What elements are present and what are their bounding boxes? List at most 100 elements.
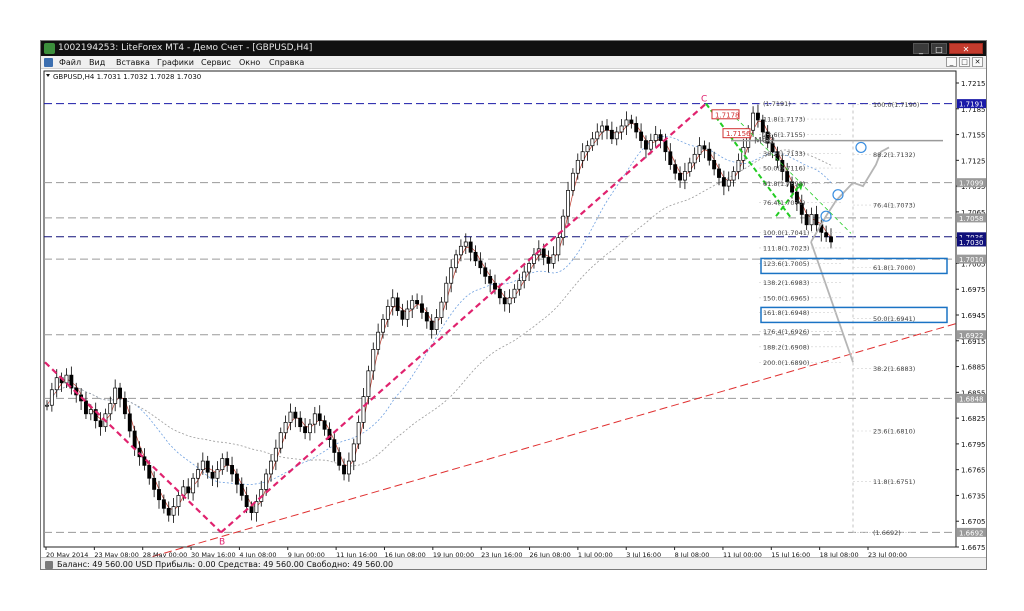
- chart-close-button[interactable]: ✕: [972, 57, 983, 67]
- candle-body: [483, 267, 488, 277]
- slow-moving-average-line: [46, 149, 832, 467]
- support-trend-line: [140, 323, 957, 561]
- candle-body: [88, 409, 93, 415]
- price-tick-label: 1.7125: [961, 157, 986, 165]
- candle-body: [132, 430, 137, 449]
- fib-right-label: 61.8(1.7000): [873, 264, 915, 272]
- candle-body: [541, 248, 546, 258]
- candle-body: [122, 397, 127, 415]
- candle-body: [605, 125, 609, 131]
- maximize-button[interactable]: □: [931, 43, 947, 54]
- candle-body: [196, 469, 200, 479]
- candle-body: [507, 297, 512, 305]
- mt4-app-icon: [44, 43, 55, 54]
- candle-body: [624, 119, 629, 127]
- candle-body: [736, 159, 741, 172]
- candle-body: [634, 123, 639, 133]
- candle-body: [264, 473, 269, 490]
- price-tick-label: 1.6675: [961, 544, 986, 552]
- candle-body: [551, 254, 556, 264]
- chart-window-icon[interactable]: [44, 58, 53, 67]
- price-tick-label: 1.6885: [961, 364, 986, 372]
- fib-left-label: 100.0(1.7041): [763, 229, 809, 237]
- menu-window[interactable]: Окно: [237, 56, 262, 69]
- candle-body: [478, 260, 483, 269]
- symbol-dropdown-icon: [46, 74, 50, 77]
- candle-body: [230, 465, 234, 475]
- candle-body: [356, 422, 361, 445]
- forecast-down-path: [810, 241, 854, 363]
- candle-body: [575, 159, 580, 174]
- price-label-text: 1.7030: [959, 239, 984, 247]
- candle-body: [293, 411, 298, 419]
- candle-body: [468, 241, 473, 253]
- candle-body: [98, 420, 103, 428]
- candle-body: [273, 447, 278, 462]
- candle-body: [385, 306, 390, 320]
- price-label-text: 1.7099: [959, 180, 984, 188]
- candle-body: [176, 495, 181, 507]
- candle-body: [717, 168, 721, 178]
- candle-body: [493, 282, 497, 290]
- menu-charts[interactable]: Графики: [155, 56, 196, 69]
- fib-left-label: 61.8(1.7098): [763, 180, 805, 188]
- price-label-text: 1.7010: [959, 256, 984, 264]
- price-label-text: 1.6692: [959, 529, 984, 537]
- candle-body: [215, 469, 220, 479]
- candle-body: [814, 214, 819, 226]
- candle-body: [366, 370, 371, 397]
- candle-body: [225, 458, 230, 466]
- menu-file[interactable]: Файл: [57, 56, 83, 69]
- candle-body: [64, 374, 69, 384]
- candle-body: [351, 443, 356, 462]
- menu-tools[interactable]: Сервис: [199, 56, 233, 69]
- fib-left-label: 188.2(1.6908): [763, 343, 809, 351]
- account-status-text: Баланс: 49 560.00 USD Прибыль: 0.00 Сред…: [57, 560, 394, 569]
- price-tick-label: 1.6795: [961, 441, 986, 449]
- candle-body: [298, 417, 303, 428]
- candle-body: [269, 460, 273, 475]
- menu-view[interactable]: Вид: [87, 56, 107, 69]
- chart-minimize-button[interactable]: _: [946, 57, 957, 67]
- fib-left-label: 38.2(1.7133): [763, 150, 805, 158]
- candle-body: [303, 426, 308, 434]
- candle-body: [600, 125, 605, 133]
- price-box-1-text: 1.7178: [715, 111, 740, 119]
- price-box-2-text: 1.7156: [726, 130, 751, 138]
- candle-body: [390, 297, 395, 307]
- menu-insert[interactable]: Вставка: [114, 56, 152, 69]
- candle-body: [473, 251, 478, 262]
- candle-body: [653, 134, 658, 141]
- candle-body: [561, 215, 566, 239]
- fib-left-label: 111.8(1.7023): [763, 244, 809, 252]
- candle-body: [712, 159, 717, 170]
- minimize-button[interactable]: _: [913, 43, 929, 54]
- candle-body: [463, 241, 468, 247]
- chart-restore-button[interactable]: □: [959, 57, 970, 67]
- price-chart[interactable]: GBPUSD,H4 1.7031 1.7032 1.7028 1.7030 B C…: [41, 69, 987, 561]
- candle-body: [512, 288, 517, 299]
- candle-body: [644, 140, 648, 150]
- candle-body: [458, 245, 463, 256]
- fib-right-label: 76.4(1.7073): [873, 202, 915, 210]
- candle-body: [517, 280, 522, 290]
- candle-body: [619, 125, 624, 133]
- candle-body: [590, 138, 595, 147]
- candle-body: [804, 214, 809, 226]
- window-title: 1002194253: LiteForex MT4 - Демо Счет - …: [58, 43, 313, 53]
- close-button[interactable]: ✕: [949, 43, 983, 54]
- candle-body: [308, 423, 312, 434]
- price-tick-label: 1.7155: [961, 132, 986, 140]
- candle-body: [658, 134, 663, 141]
- target-circle-icon: [855, 141, 867, 154]
- fib-left-label: 123.6(1.7005): [763, 260, 809, 268]
- candle-body: [829, 236, 833, 243]
- candle-body: [648, 140, 653, 150]
- fib-left-label: 11.8(1.7173): [763, 116, 805, 124]
- price-label-text: 1.6922: [959, 332, 984, 340]
- candle-body: [127, 413, 132, 432]
- menu-help[interactable]: Справка: [267, 56, 306, 69]
- chart-area[interactable]: GBPUSD,H4 1.7031 1.7032 1.7028 1.7030 B C…: [41, 69, 987, 561]
- candle-body: [497, 288, 502, 299]
- candle-body: [288, 411, 293, 423]
